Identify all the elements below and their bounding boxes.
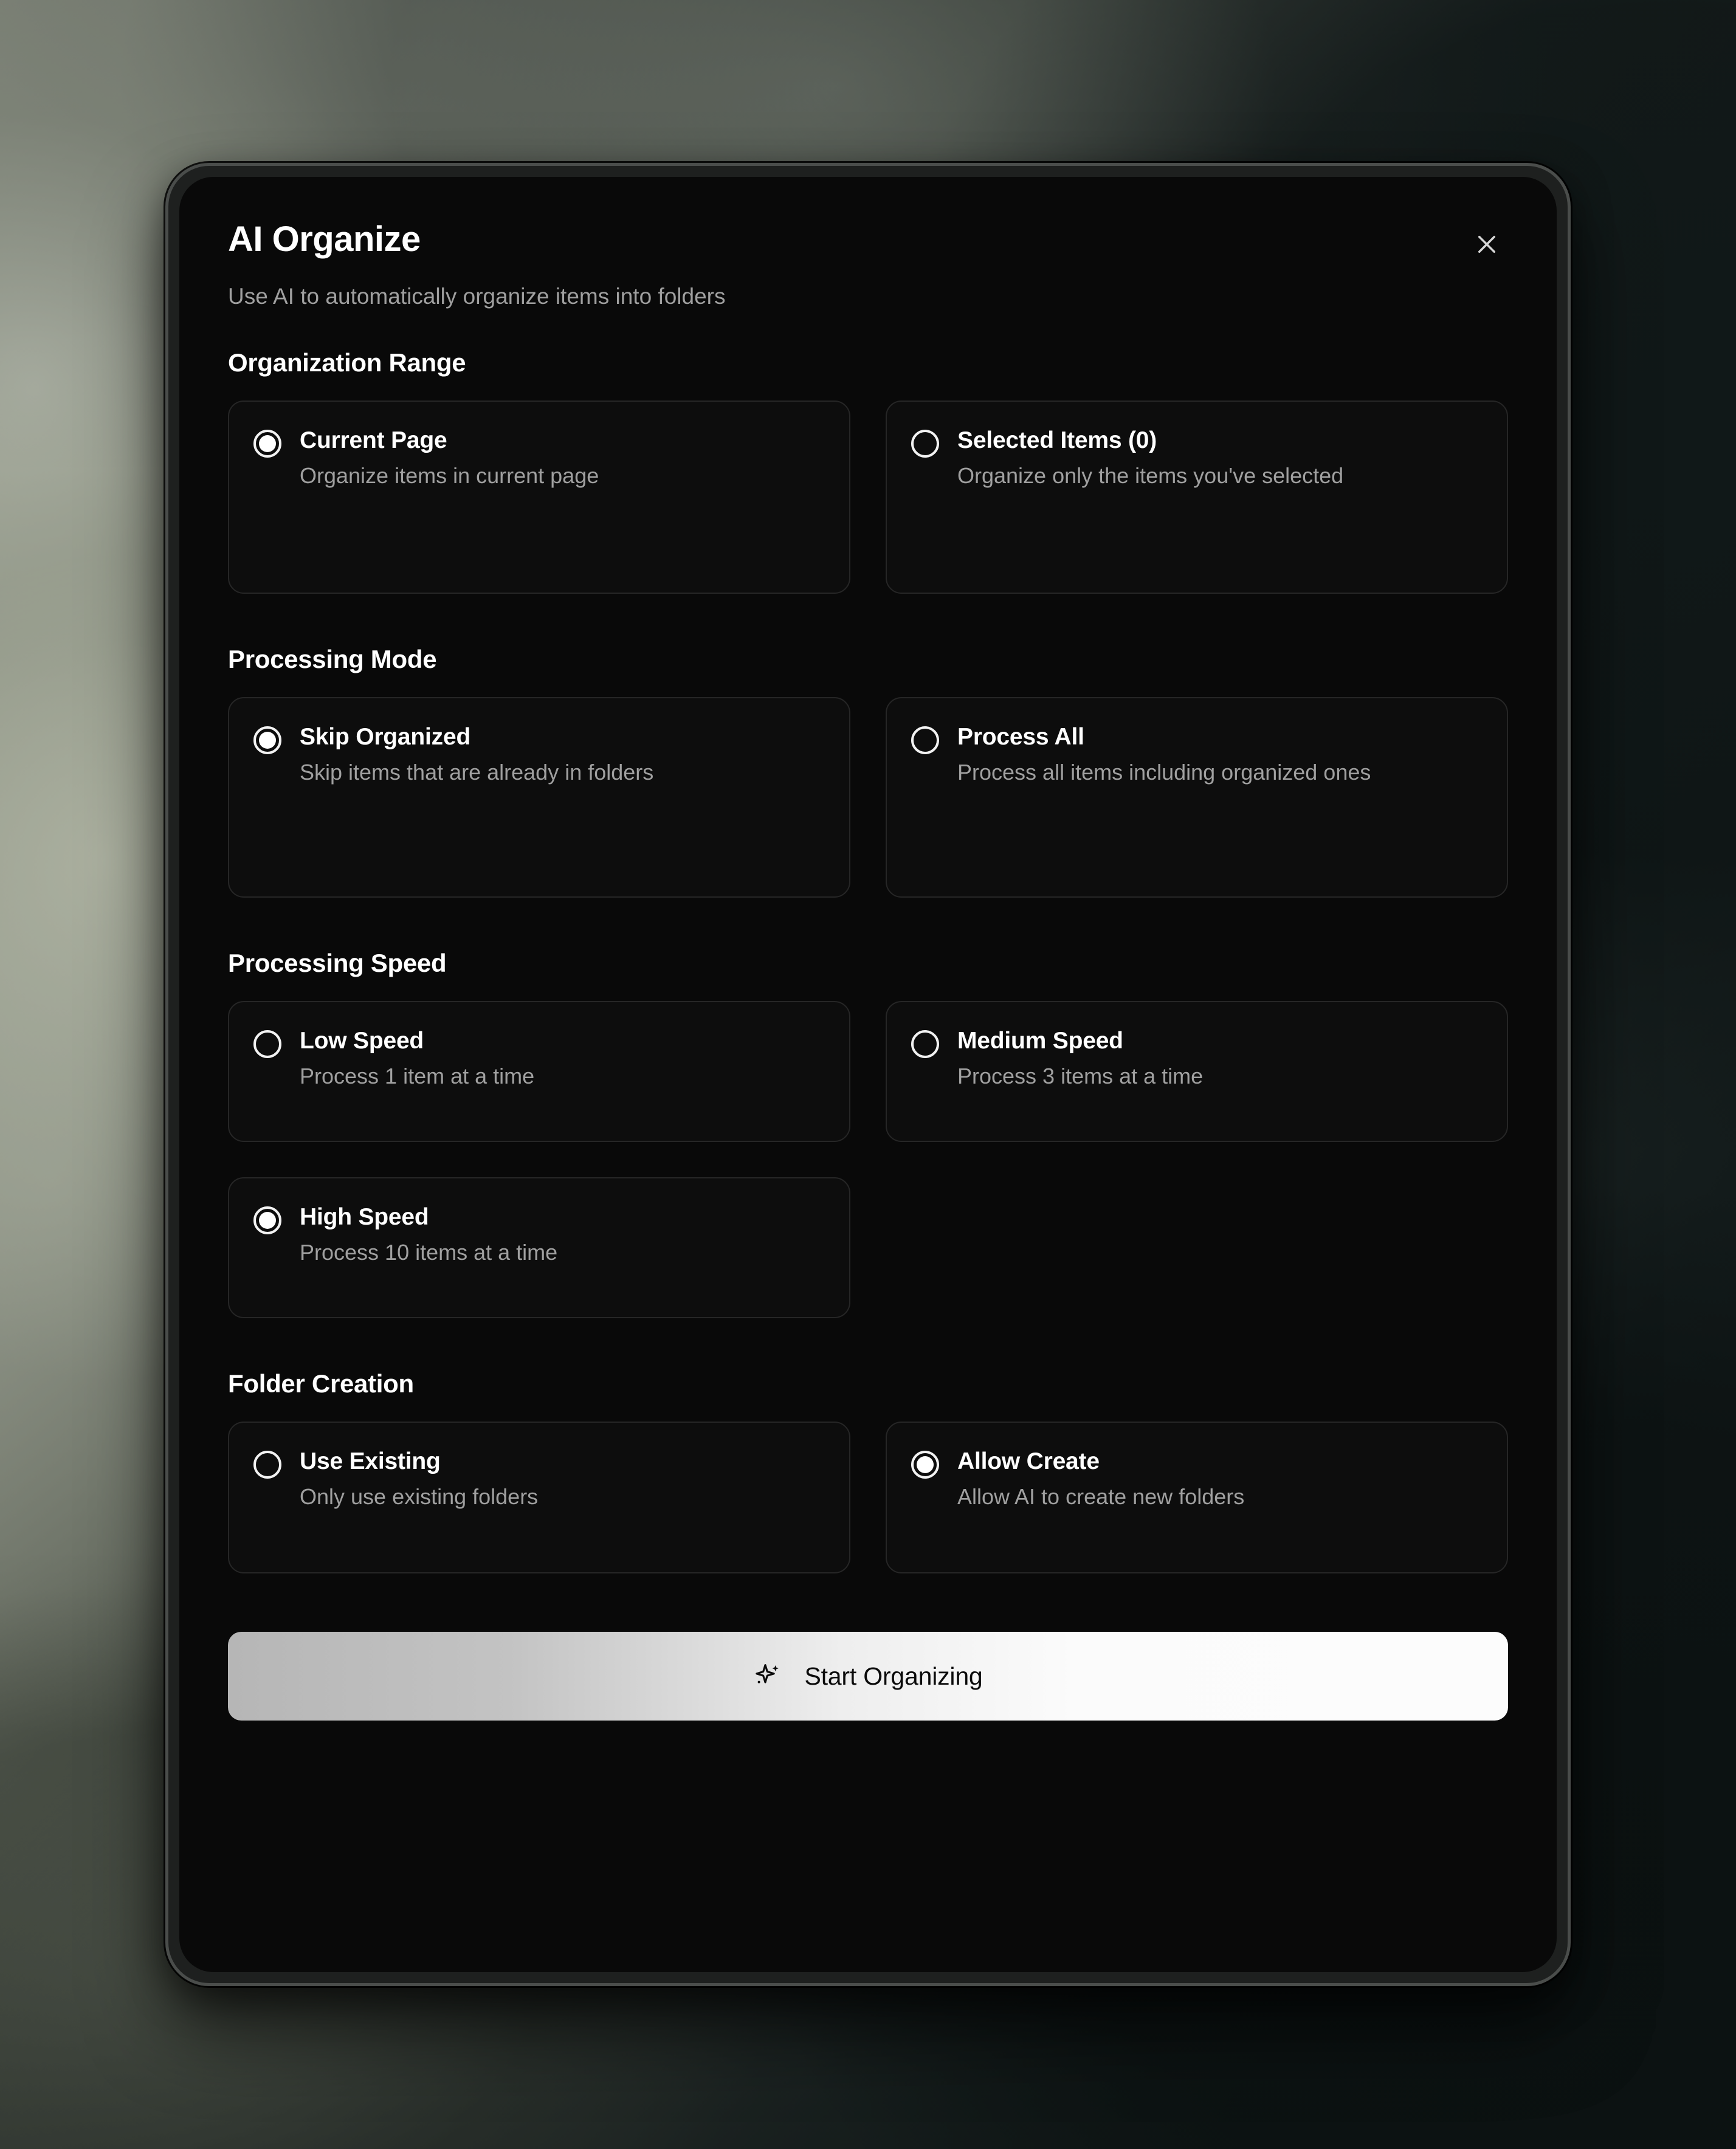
modal-subtitle: Use AI to automatically organize items i…	[228, 284, 726, 309]
option-description: Organize items in current page	[300, 462, 599, 488]
section-heading-folder-creation: Folder Creation	[228, 1369, 414, 1398]
option-label: Skip Organized	[300, 724, 471, 751]
option-description: Process all items including organized on…	[957, 759, 1371, 785]
option-description: Only use existing folders	[300, 1484, 539, 1509]
option-medium-speed[interactable]: Medium Speed Process 3 items at a time	[886, 1001, 1508, 1143]
section-heading-organization-range: Organization Range	[228, 348, 466, 377]
option-label: Low Speed	[300, 1028, 424, 1054]
folder-creation-options: Use Existing Only use existing folders A…	[228, 1422, 1508, 1574]
option-use-existing[interactable]: Use Existing Only use existing folders	[228, 1422, 850, 1574]
option-low-speed[interactable]: Low Speed Process 1 item at a time	[228, 1001, 850, 1143]
option-high-speed[interactable]: High Speed Process 10 items at a time	[228, 1177, 850, 1319]
option-current-page[interactable]: Current Page Organize items in current p…	[228, 401, 850, 594]
radio-icon[interactable]	[253, 726, 281, 755]
option-label: Medium Speed	[957, 1028, 1123, 1054]
page-title: AI Organize	[228, 219, 421, 259]
option-allow-create[interactable]: Allow Create Allow AI to create new fold…	[886, 1422, 1508, 1574]
start-organizing-button[interactable]: Start Organizing	[228, 1632, 1508, 1721]
radio-icon[interactable]	[253, 1451, 281, 1479]
option-label: Selected Items (0)	[957, 427, 1157, 454]
section-heading-processing-mode: Processing Mode	[228, 645, 437, 674]
option-text: Selected Items (0) Organize only the ite…	[957, 427, 1343, 490]
close-icon	[1478, 236, 1495, 253]
radio-icon[interactable]	[911, 430, 939, 458]
option-description: Allow AI to create new folders	[957, 1484, 1245, 1509]
radio-icon[interactable]	[911, 1451, 939, 1479]
option-label: Use Existing	[300, 1448, 441, 1475]
radio-icon[interactable]	[911, 726, 939, 755]
modal-header: AI Organize	[228, 222, 1508, 264]
ai-organize-modal: AI Organize Use AI to automatically orga…	[179, 177, 1557, 1972]
section-heading-processing-speed: Processing Speed	[228, 949, 447, 978]
option-label: Current Page	[300, 427, 447, 454]
option-selected-items[interactable]: Selected Items (0) Organize only the ite…	[886, 401, 1508, 594]
start-organizing-label: Start Organizing	[804, 1662, 983, 1690]
radio-icon[interactable]	[253, 1206, 281, 1235]
option-description: Skip items that are already in folders	[300, 759, 654, 785]
processing-speed-options: Low Speed Process 1 item at a time Mediu…	[228, 1001, 1508, 1319]
radio-icon[interactable]	[911, 1030, 939, 1059]
sparkle-icon	[756, 1664, 779, 1683]
option-description: Process 10 items at a time	[300, 1239, 558, 1265]
option-process-all[interactable]: Process All Process all items including …	[886, 697, 1508, 898]
radio-icon[interactable]	[253, 430, 281, 458]
option-text: Current Page Organize items in current p…	[300, 427, 599, 490]
option-text: Skip Organized Skip items that are alrea…	[300, 724, 653, 786]
device-frame: AI Organize Use AI to automatically orga…	[165, 163, 1571, 1986]
organization-range-options: Current Page Organize items in current p…	[228, 401, 1508, 594]
option-text: Low Speed Process 1 item at a time	[300, 1028, 534, 1090]
option-label: Allow Create	[957, 1448, 1100, 1475]
option-label: Process All	[957, 724, 1084, 751]
option-label: High Speed	[300, 1204, 429, 1231]
option-description: Process 3 items at a time	[957, 1063, 1204, 1088]
close-button[interactable]	[1467, 224, 1507, 264]
option-text: Allow Create Allow AI to create new fold…	[957, 1448, 1244, 1511]
radio-icon[interactable]	[253, 1030, 281, 1059]
option-description: Process 1 item at a time	[300, 1063, 535, 1088]
option-description: Organize only the items you've selected	[957, 462, 1344, 488]
option-skip-organized[interactable]: Skip Organized Skip items that are alrea…	[228, 697, 850, 898]
option-text: Process All Process all items including …	[957, 724, 1371, 786]
option-text: Use Existing Only use existing folders	[300, 1448, 538, 1511]
processing-mode-options: Skip Organized Skip items that are alrea…	[228, 697, 1508, 898]
option-text: Medium Speed Process 3 items at a time	[957, 1028, 1203, 1090]
option-text: High Speed Process 10 items at a time	[300, 1204, 557, 1267]
